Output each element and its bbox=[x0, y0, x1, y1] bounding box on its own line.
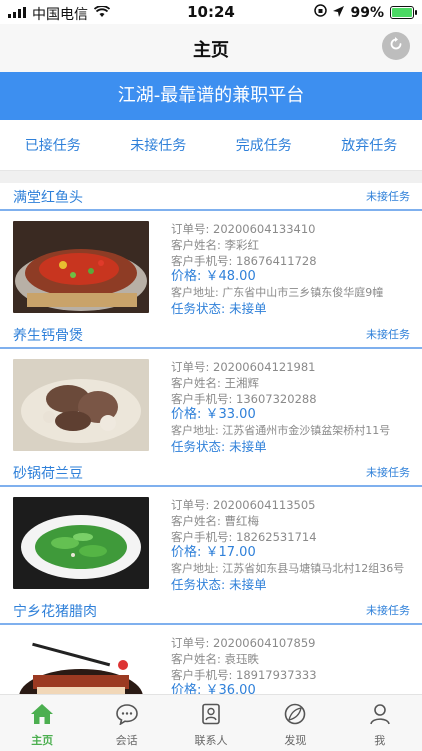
battery-icon bbox=[390, 6, 417, 19]
order-title: 满堂红鱼头 bbox=[13, 190, 83, 206]
tabbar-chat[interactable]: 会话 bbox=[85, 695, 169, 751]
customer-name: 客户姓名: 袁珏眣 bbox=[171, 652, 260, 666]
customer-phone: 客户手机号: 18262531714 bbox=[171, 530, 317, 544]
task-status: 任务状态: 未接单 bbox=[171, 439, 267, 454]
dish-photo bbox=[13, 497, 149, 589]
tabbar-contacts[interactable]: 联系人 bbox=[169, 695, 253, 751]
dish-photo bbox=[13, 359, 149, 451]
order-card[interactable]: 养生钙骨煲 未接任务 订单号: 20200604121981 客户姓名: 王湘辉… bbox=[0, 321, 422, 459]
order-card[interactable]: 满堂红鱼头 未接任务 订单号: 20200604133410 客户姓名: 李彩红… bbox=[0, 183, 422, 321]
customer-phone: 客户手机号: 18676411728 bbox=[171, 254, 317, 268]
tabbar-profile[interactable]: 我 bbox=[338, 695, 422, 751]
customer-name: 客户姓名: 曹红梅 bbox=[171, 514, 260, 528]
tabbar-label: 会话 bbox=[115, 734, 138, 747]
orientation-lock-icon bbox=[314, 4, 328, 21]
order-number: 订单号: 20200604133410 bbox=[171, 222, 316, 236]
bottom-tab-bar: 主页 会话 联系人 发现 我 bbox=[0, 694, 422, 751]
order-card-header: 满堂红鱼头 未接任务 bbox=[0, 183, 422, 211]
order-price: 价格: ￥48.00 bbox=[171, 269, 256, 284]
order-card-header: 养生钙骨煲 未接任务 bbox=[0, 321, 422, 349]
order-price: 价格: ￥33.00 bbox=[171, 407, 256, 422]
order-status-tag: 未接任务 bbox=[366, 604, 410, 617]
task-status: 任务状态: 未接单 bbox=[171, 301, 267, 316]
profile-icon bbox=[368, 703, 392, 729]
order-status-tag: 未接任务 bbox=[366, 190, 410, 203]
customer-phone: 客户手机号: 18917937333 bbox=[171, 668, 317, 682]
task-status: 任务状态: 未接单 bbox=[171, 577, 267, 592]
status-right: 99% bbox=[314, 4, 417, 21]
task-tabs: 已接任务 未接任务 完成任务 放弃任务 bbox=[0, 120, 422, 171]
customer-address: 客户地址: 江苏省通州市金沙镇盆架桥村11号 bbox=[171, 424, 391, 437]
order-list: 满堂红鱼头 未接任务 订单号: 20200604133410 客户姓名: 李彩红… bbox=[0, 183, 422, 694]
nav-bar: 主页 bbox=[0, 24, 422, 72]
page-title: 主页 bbox=[193, 40, 229, 61]
order-details: 订单号: 20200604113505 客户姓名: 曹红梅 客户手机号: 182… bbox=[171, 497, 416, 593]
refresh-icon bbox=[388, 36, 404, 56]
tab-abandoned[interactable]: 放弃任务 bbox=[335, 135, 403, 155]
order-title: 养生钙骨煲 bbox=[13, 328, 83, 344]
tab-completed[interactable]: 完成任务 bbox=[230, 135, 298, 155]
home-icon bbox=[30, 703, 54, 729]
customer-address: 客户地址: 广东省中山市三乡镇东俊华庭9幢 bbox=[171, 286, 384, 299]
order-status-tag: 未接任务 bbox=[366, 466, 410, 479]
section-divider bbox=[0, 171, 422, 183]
tabbar-label: 联系人 bbox=[194, 734, 228, 747]
order-card[interactable]: 宁乡花猪腊肉 未接任务 订单号: 20200604107859 客户姓名: 袁珏… bbox=[0, 597, 422, 694]
order-title: 砂锅荷兰豆 bbox=[13, 466, 83, 482]
tab-accepted[interactable]: 已接任务 bbox=[19, 135, 87, 155]
banner: 江湖-最靠谱的兼职平台 bbox=[0, 72, 422, 120]
location-icon bbox=[333, 5, 345, 21]
order-status-tag: 未接任务 bbox=[366, 328, 410, 341]
chat-icon bbox=[115, 703, 139, 729]
status-bar: 中国电信 10:24 99% bbox=[0, 0, 422, 24]
customer-address: 客户地址: 江苏省如东县马塘镇马北村12组36号 bbox=[171, 562, 405, 575]
order-details: 订单号: 20200604133410 客户姓名: 李彩红 客户手机号: 186… bbox=[171, 221, 416, 317]
tabbar-label: 发现 bbox=[284, 734, 307, 747]
order-price: 价格: ￥36.00 bbox=[171, 683, 256, 694]
contacts-icon bbox=[199, 703, 223, 729]
order-card-header: 宁乡花猪腊肉 未接任务 bbox=[0, 597, 422, 625]
order-card-header: 砂锅荷兰豆 未接任务 bbox=[0, 459, 422, 487]
dish-photo bbox=[13, 221, 149, 313]
tabbar-label: 主页 bbox=[31, 734, 54, 747]
order-price: 价格: ￥17.00 bbox=[171, 545, 256, 560]
dish-photo bbox=[13, 635, 149, 694]
order-details: 订单号: 20200604121981 客户姓名: 王湘辉 客户手机号: 136… bbox=[171, 359, 416, 455]
tabbar-home[interactable]: 主页 bbox=[0, 695, 84, 751]
order-number: 订单号: 20200604121981 bbox=[171, 360, 316, 374]
tabbar-discover[interactable]: 发现 bbox=[253, 695, 337, 751]
order-card[interactable]: 砂锅荷兰豆 未接任务 订单号: 20200604113505 客户姓名: 曹红梅… bbox=[0, 459, 422, 597]
customer-name: 客户姓名: 王湘辉 bbox=[171, 376, 260, 390]
order-title: 宁乡花猪腊肉 bbox=[13, 604, 97, 620]
battery-percent: 99% bbox=[350, 4, 384, 21]
tabbar-label: 我 bbox=[374, 734, 386, 747]
order-number: 订单号: 20200604113505 bbox=[171, 498, 316, 512]
tab-unaccepted[interactable]: 未接任务 bbox=[124, 135, 192, 155]
customer-phone: 客户手机号: 13607320288 bbox=[171, 392, 317, 406]
refresh-button[interactable] bbox=[382, 32, 410, 60]
discover-icon bbox=[283, 703, 307, 729]
order-details: 订单号: 20200604107859 客户姓名: 袁珏眣 客户手机号: 189… bbox=[171, 635, 416, 694]
order-number: 订单号: 20200604107859 bbox=[171, 636, 316, 650]
customer-name: 客户姓名: 李彩红 bbox=[171, 238, 260, 252]
